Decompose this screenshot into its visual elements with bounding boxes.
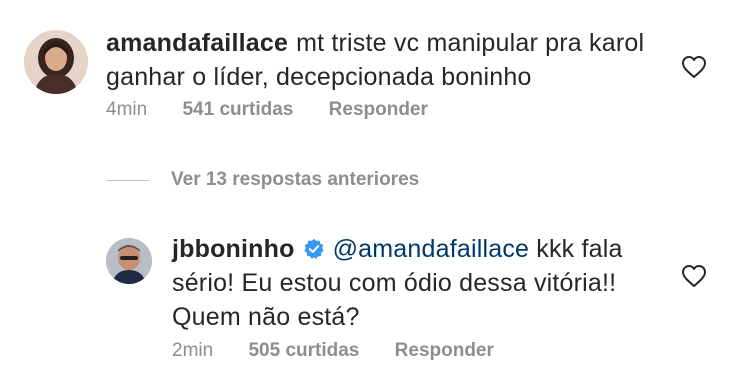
comment-username[interactable]: amandafaillace (106, 29, 288, 57)
reply-mention[interactable]: @amandafaillace (333, 235, 530, 263)
view-replies-button[interactable]: Ver 13 respostas anteriores (106, 169, 419, 191)
avatar[interactable] (106, 238, 152, 284)
reply-body: jbboninho @amandafaillace kkk fala sério… (172, 232, 652, 334)
heart-outline-icon[interactable] (681, 55, 707, 79)
comment-meta: 4min 541 curtidas Responder (106, 98, 458, 122)
reply-button[interactable]: Responder (329, 99, 428, 120)
comment-likes[interactable]: 541 curtidas (182, 99, 293, 120)
reply-time[interactable]: 2min (172, 340, 213, 361)
reply-likes[interactable]: 505 curtidas (248, 340, 359, 361)
reply-username[interactable]: jbboninho (172, 235, 295, 263)
reply-meta: 2min 505 curtidas Responder (172, 339, 524, 363)
avatar[interactable] (24, 30, 88, 94)
heart-outline-icon[interactable] (681, 264, 707, 288)
view-replies-label: Ver 13 respostas anteriores (171, 169, 420, 190)
comment-body: amandafaillace mt triste vc manipular pra… (106, 26, 666, 94)
reply-reply-button[interactable]: Responder (395, 340, 494, 361)
verified-badge-icon (303, 238, 324, 259)
comment-time[interactable]: 4min (106, 99, 147, 120)
replies-divider (106, 179, 150, 181)
